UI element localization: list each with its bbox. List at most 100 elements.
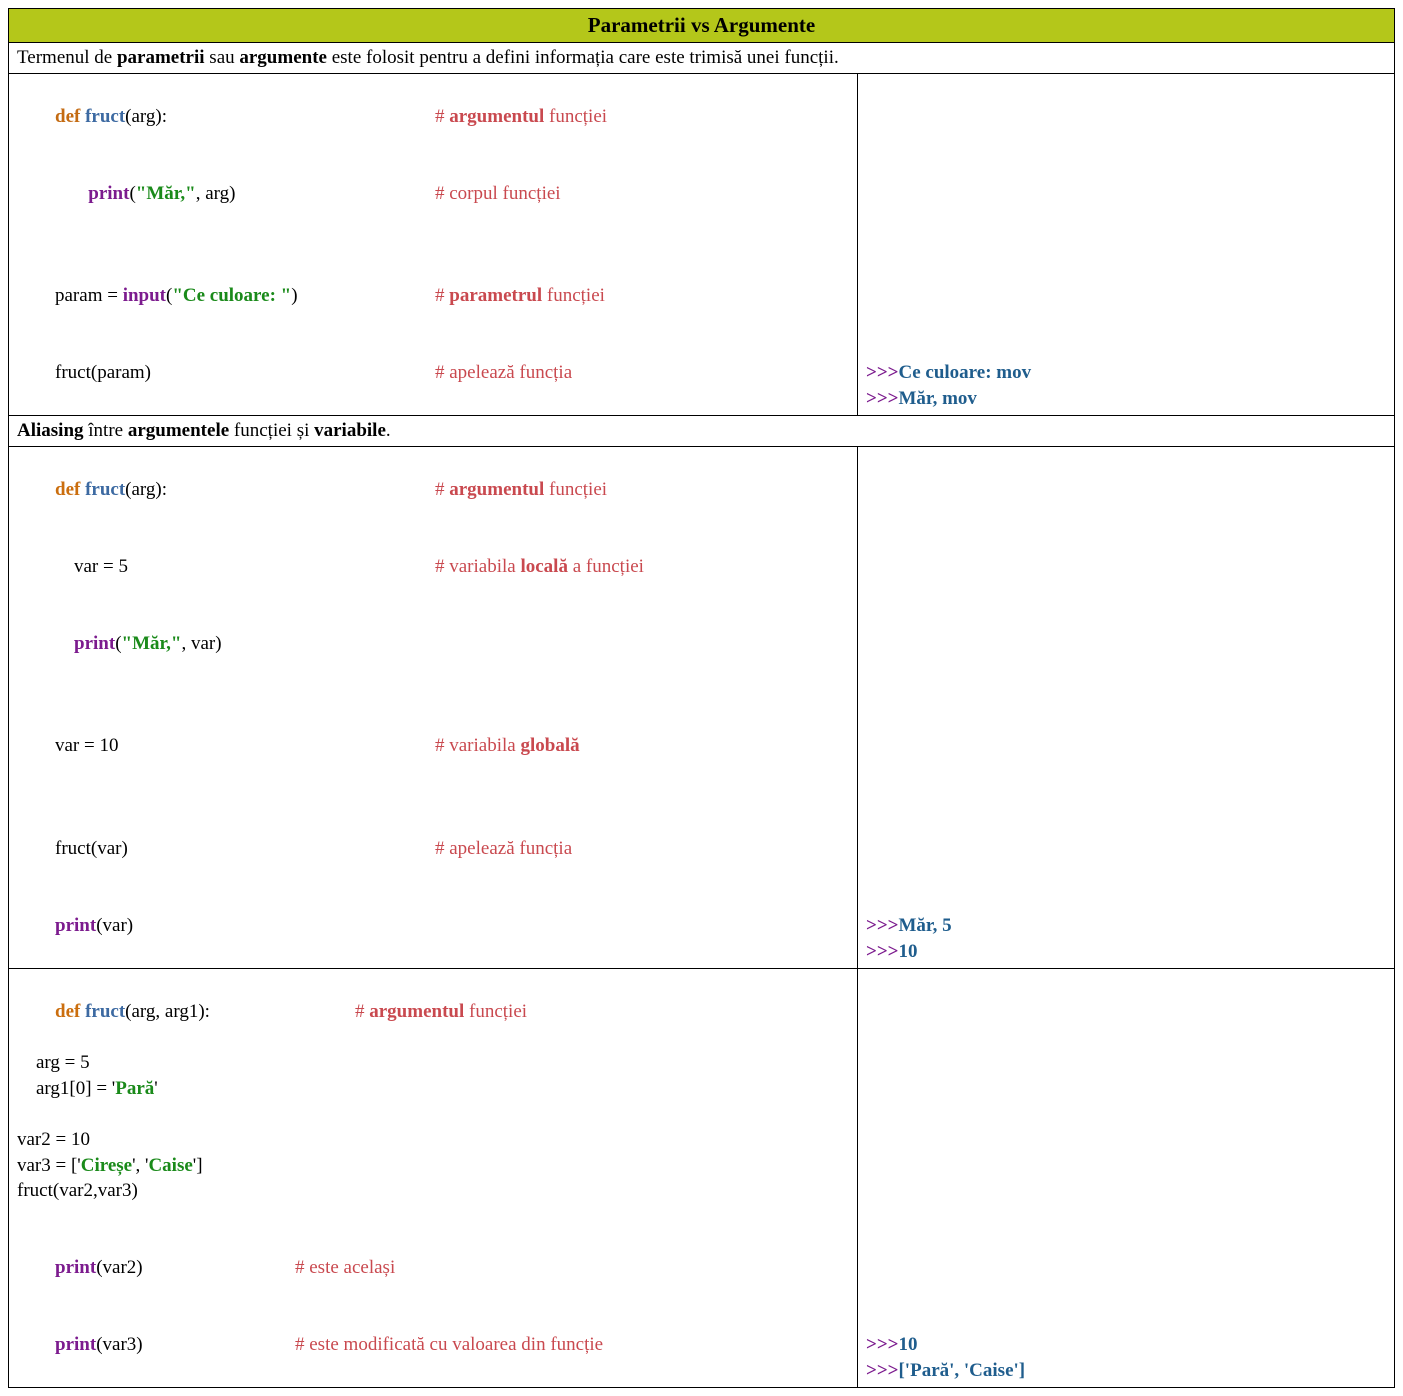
paren: ) [291, 285, 297, 306]
repl-prompt: >>> [866, 1360, 898, 1381]
repl-prompt: >>> [866, 941, 898, 962]
fn-args: (arg): [125, 479, 167, 500]
cmt-post: funcției [544, 106, 607, 127]
repl-prompt: >>> [866, 388, 898, 409]
code: ' [154, 1078, 157, 1099]
cmt: # este același [295, 1255, 395, 1281]
blank-line [17, 1204, 849, 1230]
kw-print: print [74, 633, 115, 654]
aliasing-t3: . [386, 420, 391, 441]
output-text: 10 [898, 941, 917, 962]
cmt-b: argumentul [449, 106, 544, 127]
code: var3 = [' [17, 1155, 81, 1176]
code-line: fruct(var2,var3) [17, 1178, 849, 1204]
fn-name: fruct [85, 1001, 125, 1022]
aliasing-b1: Aliasing [17, 420, 84, 441]
example2-code: def fruct(arg): # argumentul funcției var… [9, 447, 858, 968]
example1-row: def fruct(arg): # argumentul funcției pri… [9, 74, 1394, 416]
code: ', ' [132, 1155, 148, 1176]
code: var = 5 [74, 556, 128, 577]
code: '] [193, 1155, 203, 1176]
args: , arg) [196, 183, 236, 204]
str-lit: "Măr," [122, 633, 182, 654]
main-table: Parametrii vs Argumente Termenul de para… [8, 8, 1395, 1388]
cmt: # [355, 1001, 369, 1022]
cmt-post: funcției [544, 479, 607, 500]
intro-b1: parametrii [117, 47, 205, 68]
example3-row: def fruct(arg, arg1): # argumentul funcți… [9, 969, 1394, 1387]
aliasing-b3: variabile [314, 420, 386, 441]
cmt: # este modificată cu valoarea din funcți… [295, 1332, 603, 1358]
code-line: var2 = 10 [17, 1127, 849, 1153]
kw-def: def [55, 1001, 85, 1022]
fn-name: fruct [85, 106, 125, 127]
indent [55, 556, 74, 577]
intro-b2: argumente [239, 47, 327, 68]
intro-mid1: sau [205, 47, 240, 68]
cmt: # [435, 479, 449, 500]
code: param = [55, 285, 123, 306]
example2-row: def fruct(arg): # argumentul funcției var… [9, 447, 1394, 969]
code: fruct(var) [55, 836, 435, 862]
kw-def: def [55, 106, 85, 127]
repl-prompt: >>> [866, 1334, 898, 1355]
table-header: Parametrii vs Argumente [9, 9, 1394, 43]
cmt-post: funcției [542, 285, 605, 306]
cmt: # [435, 106, 449, 127]
kw-def: def [55, 479, 85, 500]
str-lit: "Ce culoare: " [172, 285, 291, 306]
kw-input: input [123, 285, 166, 306]
args: , var) [181, 633, 221, 654]
example1-code: def fruct(arg): # argumentul funcției pri… [9, 74, 858, 415]
cmt: # variabila [435, 556, 520, 577]
output-text: Ce culoare: mov [898, 362, 1031, 383]
str-lit: Cireșe [81, 1155, 132, 1176]
code: var = 10 [55, 733, 435, 759]
aliasing-b2: argumentele [128, 420, 229, 441]
blank-line [17, 232, 849, 258]
repl-prompt: >>> [866, 362, 898, 383]
output-text: Măr, 5 [898, 915, 951, 936]
output-text: Măr, mov [898, 388, 976, 409]
indent [55, 633, 74, 654]
cmt-b: argumentul [369, 1001, 464, 1022]
cmt-b: parametrul [449, 285, 542, 306]
fn-name: fruct [85, 479, 125, 500]
cmt-post: a funcției [568, 556, 644, 577]
args: (var3) [96, 1334, 142, 1355]
cmt: # corpul funcției [435, 181, 561, 207]
example1-output: >>>Ce culoare: mov >>>Măr, mov [858, 356, 1394, 415]
args: (var2) [96, 1257, 142, 1278]
args: (var) [96, 915, 133, 936]
cmt: # apelează funcția [435, 360, 572, 386]
cmt: # variabila [435, 735, 520, 756]
blank-line [17, 785, 849, 811]
code-line: arg = 5 [17, 1050, 849, 1076]
code: fruct(param) [55, 360, 435, 386]
aliasing-t2: funcției și [229, 420, 314, 441]
example2-output: >>>Măr, 5 >>>10 [858, 909, 1394, 968]
example3-code: def fruct(arg, arg1): # argumentul funcți… [9, 969, 858, 1387]
cmt: # [435, 285, 449, 306]
str-lit: Pară [115, 1078, 154, 1099]
output-text: 10 [898, 1334, 917, 1355]
fn-args: (arg, arg1): [125, 1001, 210, 1022]
example3-output: >>>10 >>>['Pară', 'Caise'] [858, 1328, 1394, 1387]
cmt-b: globală [520, 735, 579, 756]
cmt-b: argumentul [449, 479, 544, 500]
kw-print: print [88, 183, 129, 204]
kw-print: print [55, 915, 96, 936]
intro-row: Termenul de parametrii sau argumente est… [9, 43, 1394, 74]
intro-post: este folosit pentru a defini informația … [327, 47, 839, 68]
indent [55, 183, 88, 204]
cmt-post: funcției [464, 1001, 527, 1022]
aliasing-t1: între [84, 420, 128, 441]
output-text: ['Pară', 'Caise'] [898, 1360, 1025, 1381]
str-lit: Caise [148, 1155, 192, 1176]
cmt-b: locală [520, 556, 568, 577]
cmt: # apelează funcția [435, 836, 572, 862]
blank-line [17, 1101, 849, 1127]
repl-prompt: >>> [866, 915, 898, 936]
fn-args: (arg): [125, 106, 167, 127]
kw-print: print [55, 1334, 96, 1355]
